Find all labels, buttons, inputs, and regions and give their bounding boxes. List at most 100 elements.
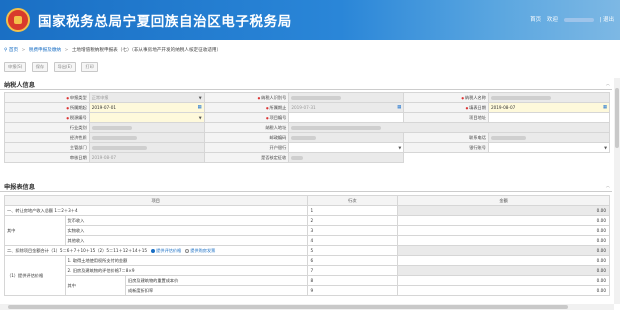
economic-nature-label: 经济性质 [4, 132, 90, 143]
phone-label: 联系电话 [403, 132, 489, 143]
calendar-icon: ▦ [197, 105, 202, 110]
postcode-value [288, 132, 405, 143]
radio-eval-price[interactable] [151, 248, 156, 253]
project-number-input[interactable] [288, 112, 405, 123]
industry-value [88, 122, 205, 133]
account-label: 银行账号 [403, 142, 489, 153]
row-line: 7 [306, 265, 399, 276]
project-number-label: 项目编号 [203, 112, 290, 123]
empty-cell [403, 152, 610, 163]
collapse-declaration-icon[interactable]: ︿ [606, 183, 610, 189]
row-line: 5 [306, 245, 399, 256]
form-toolbar: 申报(S) 保存 导出(E) 打印 [4, 62, 102, 74]
row-sub-label: 货币收入 [64, 215, 308, 226]
period-start-label: 所属期起 [4, 102, 90, 113]
tax-source-select[interactable]: ▼ [88, 112, 205, 123]
postcode-label: 邮政编码 [203, 132, 290, 143]
declare-type-label: 申报类型 [4, 92, 90, 103]
bank-select[interactable]: ▼ [288, 142, 405, 153]
row-amount-input[interactable]: 0.00 [397, 225, 610, 236]
section-divider [0, 89, 612, 90]
declaration-section-title: 申报表信息 [4, 184, 35, 191]
authority-value [88, 142, 205, 153]
declaration-table: 项目 行次 金额 一、转让房地产收入总额 1＝2＋3＋4 1 0.00 其中 货… [4, 195, 610, 296]
export-button[interactable]: 导出(E) [53, 62, 76, 72]
breadcrumb-current: 土地增值税纳税申报表（七）（非从事房地产开发的纳税人核定征收适用） [71, 48, 222, 53]
row-line: 9 [306, 285, 399, 296]
scrollbar-thumb[interactable] [8, 305, 568, 309]
row-sub-group-label: 其中 [64, 275, 126, 296]
breadcrumb-separator: > [21, 48, 26, 53]
tax-source-label: 税源编号 [4, 112, 90, 123]
logout-link[interactable]: | 退出 [599, 17, 614, 23]
row-amount-input[interactable]: 0.00 [397, 275, 610, 286]
calendar-icon: ▦ [397, 105, 402, 110]
row-amount-input[interactable]: 0.00 [397, 215, 610, 226]
approved-label: 是否核定征收 [203, 152, 290, 163]
taxpayer-address-label: 纳税人地址 [203, 122, 290, 133]
taxpayer-name-value [487, 92, 611, 103]
save-button[interactable]: 保存 [31, 62, 49, 72]
row-sub-label: 实物收入 [64, 225, 308, 236]
col-header-amount: 金额 [397, 195, 610, 206]
taxpayer-id-value [288, 92, 405, 103]
taxpayer-name-label: 纳税人名称 [403, 92, 489, 103]
declare-button[interactable]: 申报(S) [4, 62, 27, 72]
row-sub-label: 其他收入 [64, 235, 308, 246]
period-end-label: 所属期止 [203, 102, 290, 113]
chevron-down-icon: ▼ [198, 94, 202, 100]
row-label-with-options: 二、扣除项目金额合计（1）5＝6＋7＋10＋15（2）5＝11＋12＋14＋15… [4, 245, 308, 256]
chevron-down-icon: ▼ [198, 115, 202, 120]
horizontal-scrollbar[interactable] [0, 304, 614, 310]
site-title: 国家税务总局宁夏回族自治区电子税务局 [38, 14, 292, 30]
row-line: 6 [306, 255, 399, 266]
vertical-scrollbar[interactable] [614, 78, 620, 304]
row-sub-label: 2. 旧房及建筑物的评估价格7＝8×9 [64, 265, 308, 276]
print-button[interactable]: 打印 [81, 62, 98, 72]
top-banner: 国家税务总局宁夏回族自治区电子税务局 首页 欢迎 | 退出 [0, 0, 620, 40]
project-address-input[interactable] [487, 112, 611, 123]
audit-date-label: 审核日期 [4, 152, 90, 163]
row-line: 8 [306, 275, 399, 286]
radio-purchase-invoice[interactable] [185, 248, 190, 253]
row-amount-input[interactable]: 0.00 [397, 255, 610, 266]
taxpayer-info-table: 申报类型 正常申报▼ 纳税人识别号 纳税人名称 所属期起 2019-07-01▦… [4, 92, 611, 163]
section-divider [0, 191, 612, 192]
breadcrumb-separator: > [64, 48, 69, 53]
row-line: 2 [306, 215, 399, 226]
row-amount-input[interactable]: 0.00 [397, 285, 610, 296]
audit-date-value: 2019-08-07 [88, 152, 205, 163]
economic-nature-value [88, 132, 205, 143]
breadcrumb-tax-declaration[interactable]: 税费申报及缴纳 [29, 48, 61, 53]
row-sub-label: 旧房及建筑物的重置成本价 [125, 275, 308, 286]
taxpayer-address-value [288, 122, 610, 133]
row-amount: 0.00 [397, 205, 610, 216]
scrollbar-thumb[interactable] [615, 88, 619, 148]
row-amount: 0.00 [397, 245, 610, 256]
calendar-icon: ▦ [602, 105, 607, 110]
fill-date-input[interactable]: 2019-08-07 ▦ [487, 102, 611, 113]
chevron-down-icon: ▼ [398, 145, 402, 150]
taxpayer-section-title: 纳税人信息 [4, 82, 35, 89]
row-amount-input[interactable]: 0.00 [397, 235, 610, 246]
top-right-nav: 首页 欢迎 | 退出 [526, 15, 614, 23]
home-link[interactable]: 首页 [530, 17, 541, 23]
row-label: 一、转让房地产收入总额 1＝2＋3＋4 [4, 205, 308, 216]
industry-label: 行业类别 [4, 122, 90, 133]
account-select[interactable]: ▼ [487, 142, 611, 153]
row-group-label: （1）提供评估价格 [4, 255, 66, 296]
row-amount: 0.00 [397, 265, 610, 276]
row-line: 4 [306, 235, 399, 246]
phone-value [487, 132, 611, 143]
row-line: 3 [306, 225, 399, 236]
fill-date-label: 填表日期 [403, 102, 489, 113]
breadcrumb: ⚲ 首页 > 税费申报及缴纳 > 土地增值税纳税申报表（七）（非从事房地产开发的… [0, 46, 620, 56]
taxpayer-id-label: 纳税人识别号 [203, 92, 290, 103]
period-end-input[interactable]: 2019-07-31 ▦ [288, 102, 405, 113]
breadcrumb-home[interactable]: 首页 [9, 48, 18, 53]
user-name-blurred [563, 17, 594, 22]
period-start-input[interactable]: 2019-07-01 ▦ [88, 102, 205, 113]
declare-type-select[interactable]: 正常申报 ▼ [88, 92, 205, 103]
collapse-taxpayer-icon[interactable]: ︿ [606, 81, 610, 87]
col-header-line: 行次 [306, 195, 399, 206]
